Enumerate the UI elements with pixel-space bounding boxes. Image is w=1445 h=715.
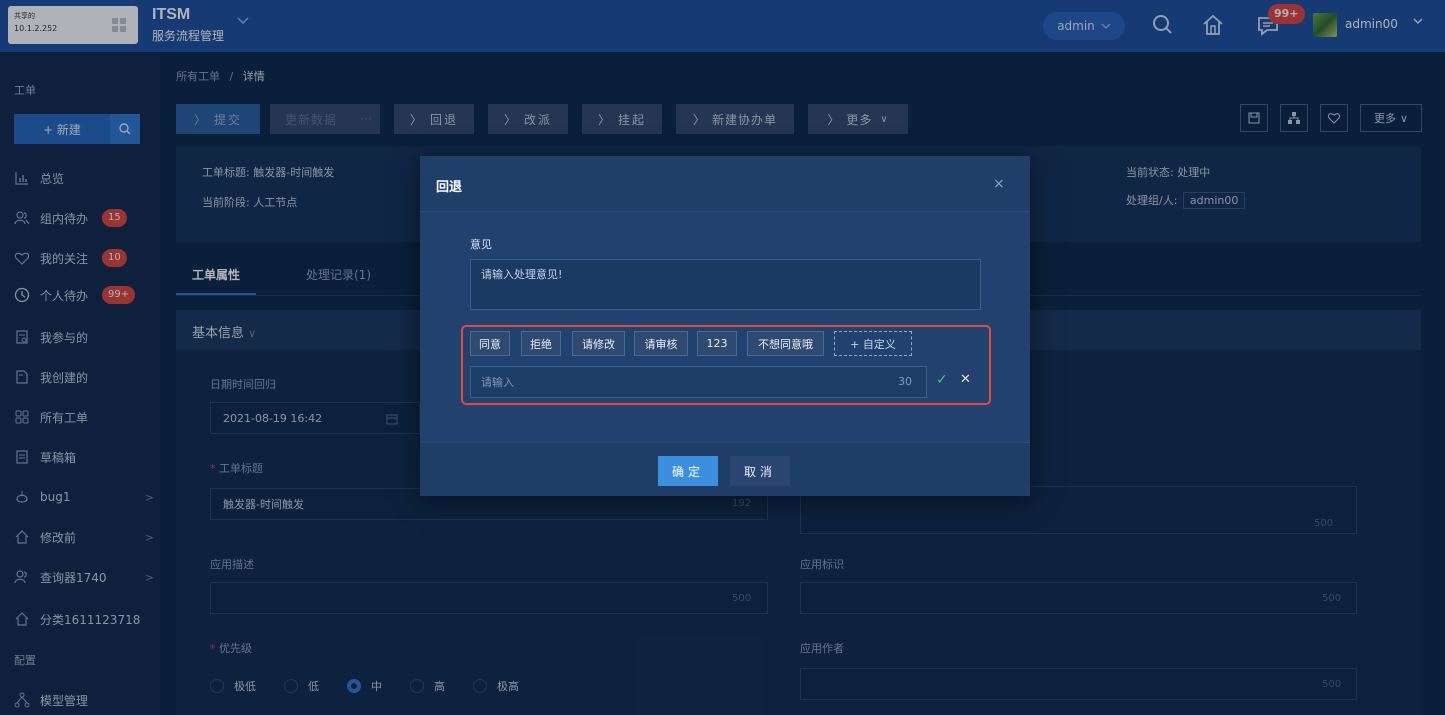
dialog-footer: 确定 取消 <box>420 442 1030 496</box>
confirm-check-icon[interactable]: ✓ <box>936 372 948 388</box>
confirm-button[interactable]: 确定 <box>658 456 718 486</box>
quick-tag-review[interactable]: 请审核 <box>634 331 688 356</box>
custom-tag-counter: 30 <box>898 375 912 388</box>
quick-tag-123[interactable]: 123 <box>697 331 737 356</box>
quick-tag-disagree[interactable]: 不想同意哦 <box>747 331 824 356</box>
dialog-title: 回退 <box>436 180 463 195</box>
rollback-dialog: 回退 × 意见 请输入处理意见! 同意 拒绝 请修改 请审核 123 不想同意哦… <box>420 156 1030 496</box>
quick-tag-revise[interactable]: 请修改 <box>572 331 625 356</box>
cancel-button[interactable]: 取消 <box>730 456 790 486</box>
opinion-label: 意见 <box>470 238 492 251</box>
add-custom-tag-button[interactable]: + 自定义 <box>834 331 912 356</box>
dialog-header: 回退 × <box>420 156 1030 212</box>
custom-tag-input[interactable]: 请输入 <box>470 366 927 398</box>
close-icon[interactable]: × <box>993 176 1005 192</box>
opinion-textarea[interactable]: 请输入处理意见! <box>470 259 981 310</box>
quick-tag-reject[interactable]: 拒绝 <box>521 331 561 356</box>
quick-tag-agree[interactable]: 同意 <box>470 331 510 356</box>
cancel-x-icon[interactable]: ✕ <box>960 372 971 387</box>
